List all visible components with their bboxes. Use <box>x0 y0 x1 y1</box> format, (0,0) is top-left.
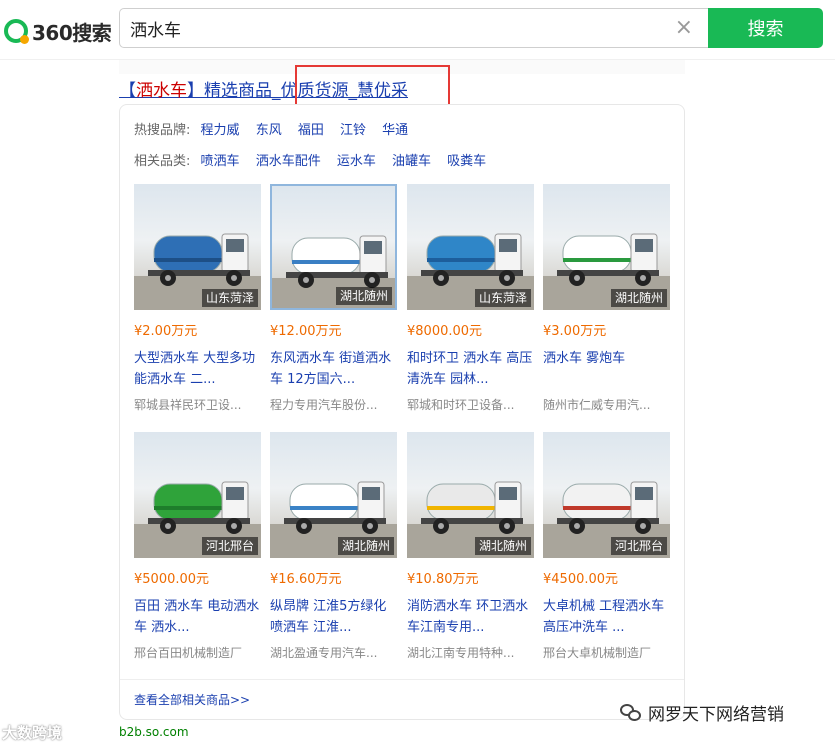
seller-name[interactable]: 郓城和时环卫设备... <box>407 396 534 414</box>
brand-link[interactable]: 华通 <box>382 123 408 138</box>
product-item[interactable]: 湖北随州 ¥12.00万元东风洒水车 街道洒水车 12方国六... 程力专用汽车股份… <box>270 184 397 414</box>
seller-name[interactable]: 邢台百田机械制造厂 <box>134 644 261 662</box>
product-image[interactable]: 山东菏泽 <box>134 184 261 310</box>
related-categories-row: 相关品类: 喷洒车 洒水车配件 运水车 油罐车 吸粪车 <box>134 150 498 169</box>
brand-link[interactable]: 程力威 <box>201 123 240 138</box>
card-divider <box>120 679 684 680</box>
product-image[interactable]: 湖北随州 <box>407 432 534 558</box>
related-label: 相关品类: <box>134 154 191 169</box>
location-badge: 湖北随州 <box>610 289 667 307</box>
result-url: b2b.so.com <box>119 725 189 739</box>
product-item[interactable]: 湖北随州 ¥16.60万元纵昂牌 江淮5方绿化喷洒车 江淮... 湖北盈通专用汽车.… <box>270 432 397 662</box>
seller-name[interactable]: 程力专用汽车股份... <box>270 396 397 414</box>
location-badge: 河北邢台 <box>201 537 258 555</box>
product-name-link[interactable]: 大型洒水车 大型多功能洒水车 二... <box>134 348 261 390</box>
product-item[interactable]: 山东菏泽 ¥2.00万元大型洒水车 大型多功能洒水车 二... 郓城县祥民环卫设..… <box>134 184 261 414</box>
product-name-link[interactable]: 和时环卫 洒水车 高压清洗车 园林... <box>407 348 534 390</box>
seller-name[interactable]: 湖北江南专用特种... <box>407 644 534 662</box>
location-badge: 河北邢台 <box>610 537 667 555</box>
location-badge: 山东菏泽 <box>201 289 258 307</box>
product-price: ¥4500.00元 <box>543 572 619 587</box>
search-box: × <box>119 8 709 48</box>
product-image[interactable]: 湖北随州 <box>270 432 397 558</box>
logo-text: 360搜索 <box>32 20 112 45</box>
hot-brands-label: 热搜品牌: <box>134 123 191 138</box>
view-all-link[interactable]: 查看全部相关商品>> <box>134 691 250 708</box>
location-badge: 湖北随州 <box>474 537 531 555</box>
category-link[interactable]: 运水车 <box>337 154 376 169</box>
brand-link[interactable]: 江铃 <box>340 123 366 138</box>
location-badge: 湖北随州 <box>337 537 394 555</box>
category-link[interactable]: 油罐车 <box>392 154 431 169</box>
brand-link[interactable]: 东风 <box>256 123 282 138</box>
product-name-link[interactable]: 东风洒水车 街道洒水车 12方国六... <box>270 348 397 390</box>
seller-name[interactable]: 湖北盈通专用汽车... <box>270 644 397 662</box>
product-image[interactable]: 湖北随州 <box>543 184 670 310</box>
logo-icon <box>4 19 29 44</box>
product-price: ¥12.00万元 <box>270 324 342 339</box>
logo[interactable]: 360搜索 <box>4 16 112 46</box>
brand-link[interactable]: 福田 <box>298 123 324 138</box>
product-item[interactable]: 湖北随州 ¥10.80万元消防洒水车 环卫洒水车江南专用... 湖北江南专用特种..… <box>407 432 534 662</box>
hot-brands-row: 热搜品牌: 程力威 东风 福田 江铃 华通 <box>134 119 420 138</box>
product-image[interactable]: 河北邢台 <box>134 432 261 558</box>
category-link[interactable]: 吸粪车 <box>447 154 486 169</box>
product-price: ¥3.00万元 <box>543 324 607 339</box>
product-price: ¥10.80万元 <box>407 572 479 587</box>
wechat-icon <box>620 703 642 722</box>
search-button[interactable]: 搜索 <box>708 8 823 48</box>
watermark-right: 网罗天下网络营销 <box>620 700 784 725</box>
product-image[interactable]: 湖北随州 <box>270 184 397 310</box>
product-item[interactable]: 河北邢台 ¥5000.00元百田 洒水车 电动洒水车 洒水... 邢台百田机械制造厂 <box>134 432 261 662</box>
product-item[interactable]: 山东菏泽 ¥8000.00元和时环卫 洒水车 高压清洗车 园林... 郓城和时环卫设… <box>407 184 534 414</box>
close-icon[interactable]: × <box>675 16 693 40</box>
product-price: ¥5000.00元 <box>134 572 210 587</box>
product-item[interactable]: 河北邢台 ¥4500.00元大卓机械 工程洒水车 高压冲洗车 ... 邢台大卓机械制… <box>543 432 670 662</box>
title-keyword: 洒水车 <box>136 81 187 101</box>
product-card: 热搜品牌: 程力威 东风 福田 江铃 华通 相关品类: 喷洒车 洒水车配件 运水… <box>119 104 685 720</box>
watermark-left: 大数跨境 <box>2 724 63 742</box>
product-name-link[interactable]: 洒水车 雾炮车 <box>543 348 670 390</box>
seller-name[interactable]: 邢台大卓机械制造厂 <box>543 644 670 662</box>
seller-name[interactable]: 随州市仁威专用汽... <box>543 396 670 414</box>
product-name-link[interactable]: 纵昂牌 江淮5方绿化喷洒车 江淮... <box>270 596 397 638</box>
seller-name[interactable]: 郓城县祥民环卫设... <box>134 396 261 414</box>
product-image[interactable]: 河北邢台 <box>543 432 670 558</box>
search-input[interactable] <box>130 9 650 47</box>
product-item[interactable]: 湖北随州 ¥3.00万元洒水车 雾炮车随州市仁威专用汽... <box>543 184 670 414</box>
title-bracket: 【 <box>119 81 136 101</box>
product-name-link[interactable]: 大卓机械 工程洒水车 高压冲洗车 ... <box>543 596 670 638</box>
product-price: ¥2.00万元 <box>134 324 198 339</box>
category-link[interactable]: 喷洒车 <box>201 154 240 169</box>
product-price: ¥8000.00元 <box>407 324 483 339</box>
watermark-right-text: 网罗天下网络营销 <box>648 705 784 725</box>
product-price: ¥16.60万元 <box>270 572 342 587</box>
product-image[interactable]: 山东菏泽 <box>407 184 534 310</box>
category-link[interactable]: 洒水车配件 <box>256 154 321 169</box>
product-name-link[interactable]: 百田 洒水车 电动洒水车 洒水... <box>134 596 261 638</box>
product-name-link[interactable]: 消防洒水车 环卫洒水车江南专用... <box>407 596 534 638</box>
location-badge: 山东菏泽 <box>474 289 531 307</box>
location-badge: 湖北随州 <box>335 287 392 305</box>
